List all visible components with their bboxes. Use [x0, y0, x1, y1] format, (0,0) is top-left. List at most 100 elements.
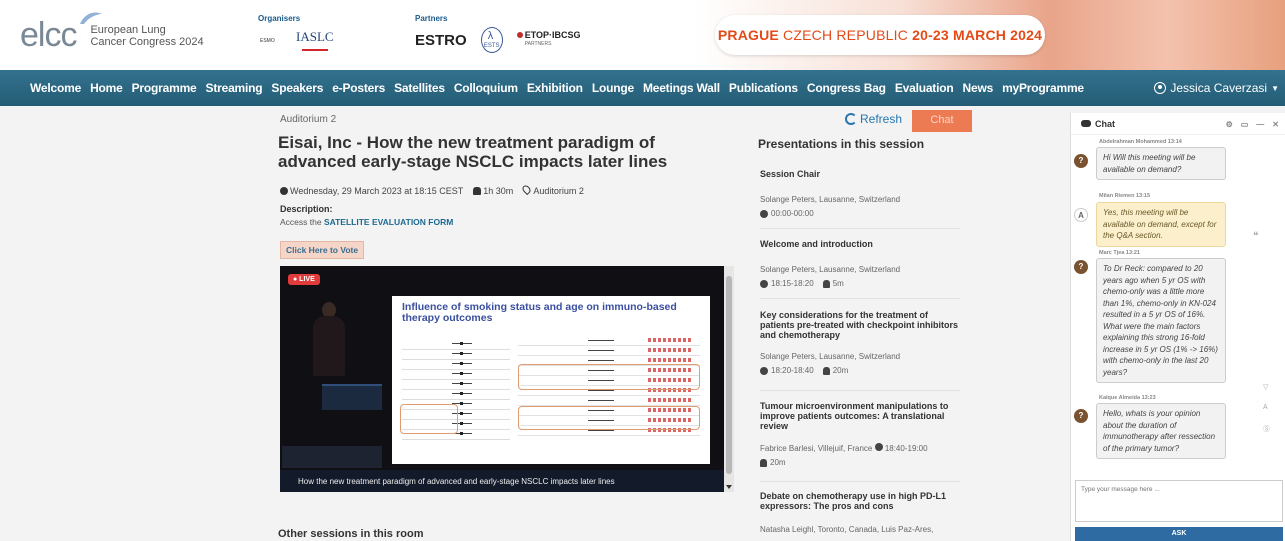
- organisers-label: Organisers: [258, 14, 301, 23]
- clock-icon: [280, 186, 288, 195]
- nav-myprogramme[interactable]: myProgramme: [1002, 81, 1084, 95]
- nav-lounge[interactable]: Lounge: [592, 81, 634, 95]
- nav-satellites[interactable]: Satellites: [394, 81, 445, 95]
- scrollbar-thumb[interactable]: [726, 276, 732, 474]
- avatar: A: [1074, 208, 1088, 222]
- elcc-logo[interactable]: elcc European Lung Cancer Congress 2024: [20, 12, 204, 55]
- iaslc-mark-icon: [301, 43, 328, 51]
- session-date: Wednesday, 29 March 2023 at 18:15 CEST: [290, 185, 464, 196]
- duration-icon: [760, 458, 767, 467]
- logo-wordmark: elcc: [20, 12, 102, 55]
- main-navigation: Welcome Home Programme Streaming Speaker…: [0, 70, 1285, 106]
- location-pin-icon: [521, 183, 533, 196]
- duration-icon: [473, 186, 482, 195]
- presentation-item[interactable]: Key considerations for the treatment of …: [760, 310, 960, 375]
- caret-down-icon: ▼: [1271, 83, 1279, 93]
- partners-label: Partners: [415, 14, 448, 23]
- message-bubble: To Dr Reck: compared to 20 years ago whe…: [1096, 258, 1226, 383]
- video-side-screen: [282, 446, 382, 468]
- estro-logo[interactable]: ESTRO: [415, 32, 467, 49]
- message-bubble: Hello, whats is your opinion about the d…: [1096, 403, 1226, 459]
- message-bubble: Yes, this meeting will be available on d…: [1096, 202, 1226, 247]
- filter-icon[interactable]: ▽: [1263, 383, 1268, 391]
- session-main: Auditorium 2 Eisai, Inc - How the new tr…: [270, 106, 740, 541]
- congress-location-banner: PRAGUE CZECH REPUBLIC 20-23 MARCH 2024: [715, 15, 1045, 55]
- clock-icon: [760, 279, 768, 288]
- session-location: Auditorium 2: [533, 186, 584, 196]
- esmo-logo[interactable]: ESMO: [258, 32, 282, 49]
- nav-news[interactable]: News: [963, 81, 994, 95]
- presentations-panel: Presentations in this session Session Ch…: [758, 106, 963, 541]
- session-duration: 1h 30m: [483, 185, 514, 196]
- organisers-block: Organisers ESMO IASLC: [258, 14, 334, 53]
- presentation-item[interactable]: Tumour microenvironment manipulations to…: [760, 401, 960, 467]
- chat-bubble-icon: [1081, 120, 1091, 127]
- video-scrollbar[interactable]: [724, 266, 734, 492]
- ask-button[interactable]: ASK: [1075, 527, 1283, 541]
- nav-exhibition[interactable]: Exhibition: [527, 81, 583, 95]
- divider: [760, 481, 960, 482]
- message-bubble: Hi Will this meeting will be available o…: [1096, 147, 1226, 180]
- logo-swoosh-icon: [80, 12, 102, 24]
- nav-e-posters[interactable]: e-Posters: [332, 81, 385, 95]
- presentation-item[interactable]: Session Chair Solange Peters, Lausanne, …: [760, 169, 960, 218]
- minimize-icon[interactable]: —: [1256, 120, 1264, 129]
- chat-toolbar: ⚙ ▭ — ✕: [1226, 120, 1279, 129]
- chat-panel: Chat ⚙ ▭ — ✕ Abdelrahman Mohammed 13:14 …: [1070, 113, 1285, 541]
- nav-streaming[interactable]: Streaming: [206, 81, 263, 95]
- page: elcc European Lung Cancer Congress 2024 …: [0, 0, 1285, 541]
- nav-colloquium[interactable]: Colloquium: [454, 81, 518, 95]
- session-title: Eisai, Inc - How the new treatment parad…: [278, 133, 668, 171]
- scroll-down-icon[interactable]: [726, 485, 732, 489]
- clock-icon: [760, 209, 768, 218]
- other-sessions-heading: Other sessions in this room: [278, 528, 424, 540]
- iaslc-logo[interactable]: IASLC: [296, 30, 334, 51]
- description-text: Access the SATELLITE EVALUATION FORM: [280, 217, 454, 227]
- popout-icon[interactable]: ▭: [1241, 120, 1249, 129]
- user-icon: [1154, 82, 1167, 94]
- description-label: Description:: [280, 204, 333, 214]
- presentations-heading: Presentations in this session: [758, 137, 925, 151]
- etop-logo[interactable]: ETOP·IBCSG PARTNERS: [516, 31, 581, 49]
- nav-home[interactable]: Home: [90, 81, 123, 95]
- chat-messages[interactable]: Abdelrahman Mohammed 13:14 ? Hi Will thi…: [1071, 137, 1285, 477]
- nav-meetings-wall[interactable]: Meetings Wall: [643, 81, 720, 95]
- nav-welcome[interactable]: Welcome: [30, 81, 81, 95]
- close-icon[interactable]: ✕: [1272, 120, 1279, 129]
- vote-button[interactable]: Click Here to Vote: [280, 241, 365, 259]
- logo-subtitle: European Lung Cancer Congress 2024: [90, 23, 204, 48]
- partners-block: Partners ESTRO ESTS ETOP·IBCSG PARTNERS: [415, 14, 581, 53]
- divider: [760, 390, 960, 391]
- duration-icon: [822, 366, 830, 375]
- avatar: ?: [1074, 154, 1088, 168]
- presentation-slide: Influence of smoking status and age on i…: [392, 296, 710, 464]
- slide-title: Influence of smoking status and age on i…: [402, 301, 677, 324]
- settings-s-icon[interactable]: Ⓢ: [1263, 424, 1270, 434]
- breadcrumb[interactable]: Auditorium 2: [280, 114, 336, 125]
- duration-icon: [822, 279, 830, 288]
- site-header: elcc European Lung Cancer Congress 2024 …: [0, 0, 1285, 70]
- user-name: Jessica Caverzasi: [1170, 81, 1268, 95]
- video-caption: How the new treatment paradigm of advanc…: [280, 470, 724, 492]
- nav-programme[interactable]: Programme: [132, 81, 197, 95]
- divider: [760, 298, 960, 299]
- settings-icon[interactable]: ⚙: [1226, 120, 1233, 129]
- clock-icon: [874, 443, 883, 451]
- chat-header: Chat ⚙ ▭ — ✕: [1071, 113, 1285, 135]
- clock-icon: [760, 366, 768, 375]
- font-size-icon[interactable]: A: [1263, 404, 1268, 411]
- nav-publications[interactable]: Publications: [729, 81, 798, 95]
- quote-icon[interactable]: ❝: [1253, 231, 1258, 242]
- nav-congress-bag[interactable]: Congress Bag: [807, 81, 886, 95]
- ests-logo[interactable]: ESTS: [480, 27, 503, 53]
- presentation-item[interactable]: Debate on chemotherapy use in high PD-L1…: [760, 491, 960, 534]
- nav-evaluation[interactable]: Evaluation: [895, 81, 954, 95]
- live-badge: ● LIVE: [288, 274, 320, 285]
- video-player[interactable]: ● LIVE Influence of smoking status and a…: [280, 266, 734, 492]
- presentation-item[interactable]: Welcome and introduction Solange Peters,…: [760, 239, 960, 288]
- satellite-evaluation-link[interactable]: SATELLITE EVALUATION FORM: [324, 217, 453, 227]
- divider: [760, 228, 960, 229]
- user-menu[interactable]: Jessica Caverzasi ▼: [1154, 81, 1279, 95]
- chat-message-input[interactable]: [1075, 480, 1283, 522]
- nav-speakers[interactable]: Speakers: [271, 81, 323, 95]
